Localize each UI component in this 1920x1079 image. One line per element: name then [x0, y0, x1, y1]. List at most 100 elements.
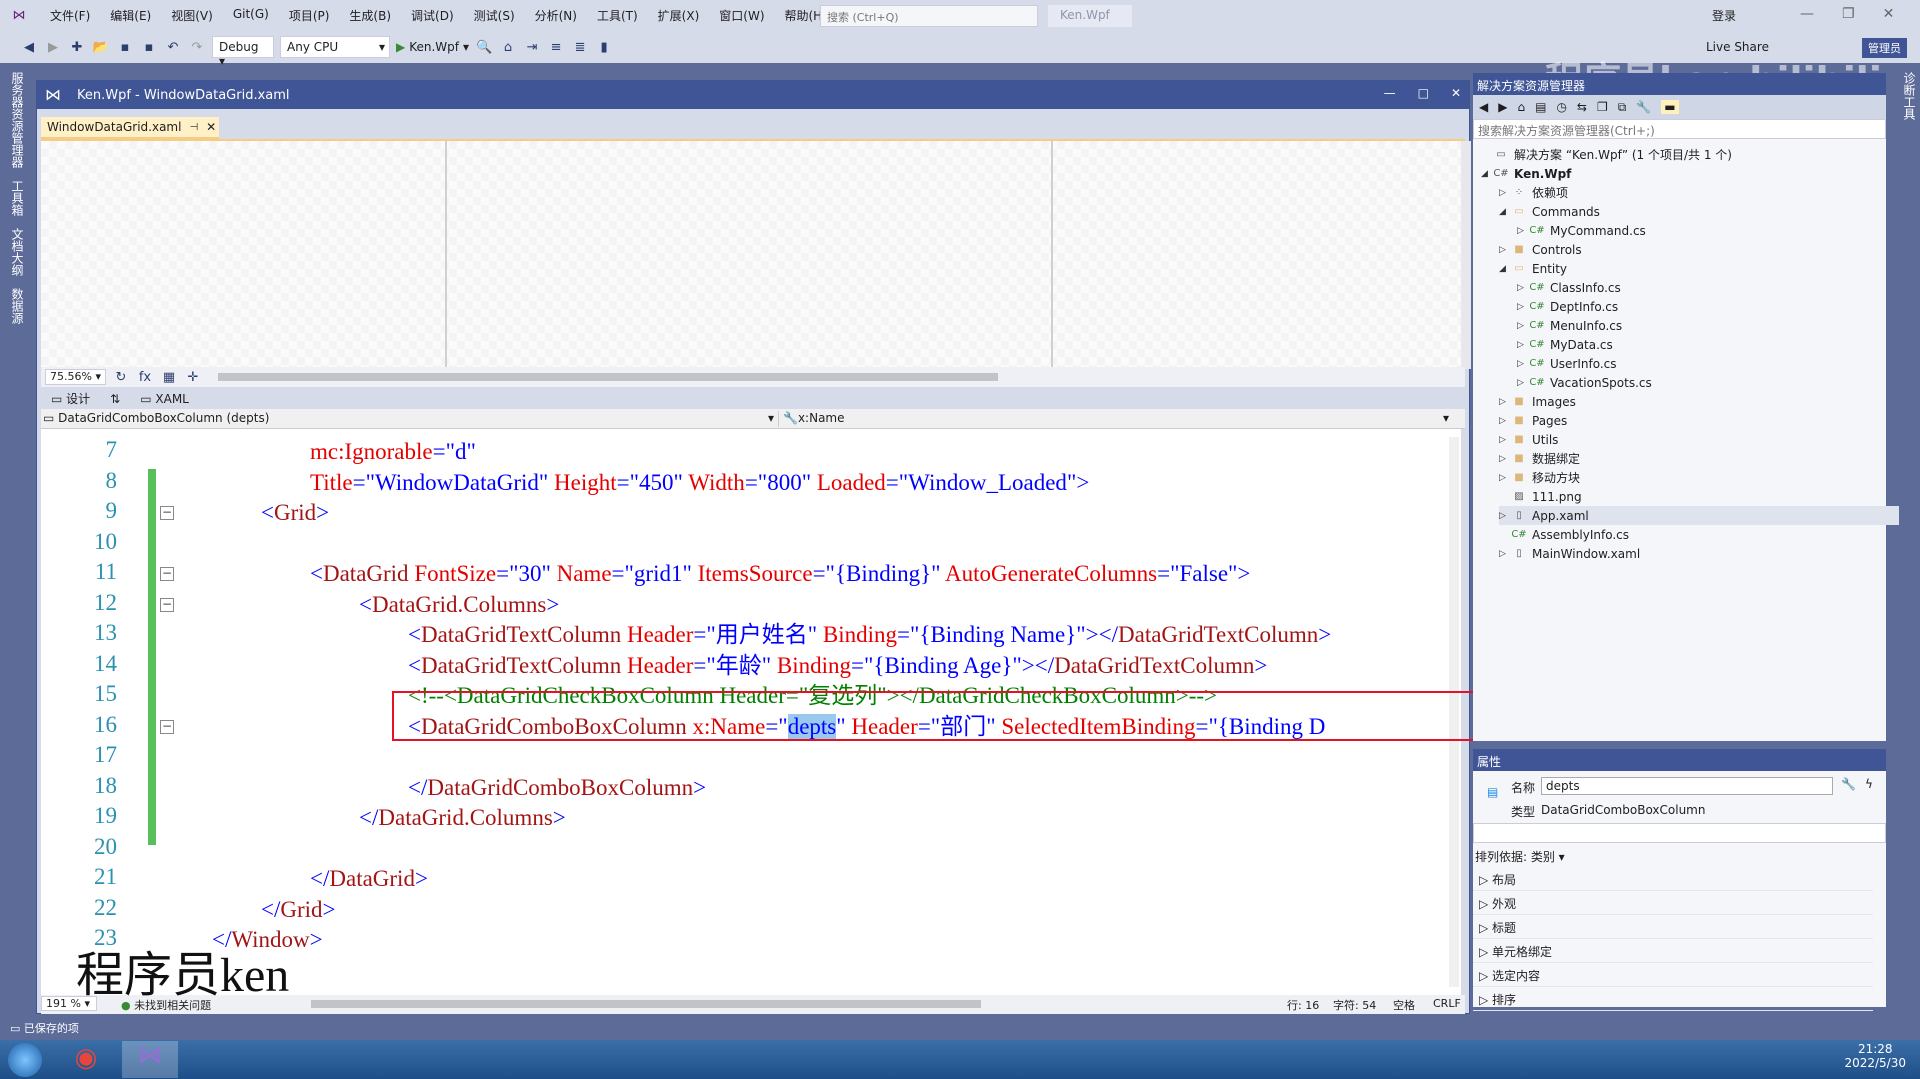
expand-arrow-icon[interactable]: ▷ — [1499, 416, 1511, 426]
indent-indicator[interactable]: 空格 — [1393, 997, 1415, 1013]
property-category[interactable]: ▷ 布局 — [1473, 867, 1873, 891]
tree-item[interactable]: ▷ C# ClassInfo.cs — [1517, 278, 1917, 297]
tab-xaml[interactable]: ▭ XAML — [140, 392, 189, 406]
expand-arrow-icon[interactable]: ▷ — [1479, 921, 1492, 935]
login-link[interactable]: 登录 — [1712, 7, 1736, 24]
expand-arrow-icon[interactable]: ▷ — [1479, 993, 1492, 1007]
grid-icon[interactable]: ▦ — [160, 368, 178, 386]
tree-item[interactable]: ▨ 111.png — [1499, 487, 1899, 506]
tool-strip-tab[interactable]: 服务器资源管理器 — [9, 72, 26, 168]
expand-arrow-icon[interactable]: ▷ — [1517, 359, 1529, 369]
start-button[interactable] — [8, 1043, 42, 1077]
member-select[interactable]: 🔧x:Name ▾ — [783, 411, 1453, 427]
fold-toggle-icon[interactable]: − — [160, 597, 174, 612]
property-category[interactable]: ▷ 外观 — [1473, 891, 1873, 915]
expand-arrow-icon[interactable]: ▷ — [1499, 188, 1511, 198]
forward-icon[interactable]: ▶ — [1498, 100, 1507, 114]
search-input[interactable]: 搜索 (Ctrl+Q) — [820, 5, 1038, 27]
expand-arrow-icon[interactable]: ▷ — [1517, 378, 1529, 388]
tree-item[interactable]: C# AssemblyInfo.cs — [1499, 525, 1899, 544]
comment-icon[interactable]: ≡ — [547, 38, 565, 56]
property-category[interactable]: ▷ 选定内容 — [1473, 963, 1873, 987]
properties-wrench-icon[interactable]: 🔧 — [1841, 777, 1856, 791]
expand-arrow-icon[interactable]: ▷ — [1499, 454, 1511, 464]
expand-arrow-icon[interactable]: ▷ — [1479, 897, 1492, 911]
uncomment-icon[interactable]: ≣ — [571, 38, 589, 56]
tool-strip-tab[interactable]: 文档大纲 — [9, 228, 26, 276]
close-tab-icon[interactable]: ✕ — [206, 120, 216, 134]
tree-item[interactable]: ◢ ▭ Commands — [1499, 202, 1899, 221]
tree-item[interactable]: ▷ ▯ MainWindow.xaml — [1499, 544, 1899, 563]
menu-item[interactable]: 工具(T) — [587, 7, 648, 24]
refresh-icon[interactable]: ↻ — [112, 368, 130, 386]
clock[interactable]: 21:28 2022/5/30 — [1844, 1042, 1906, 1070]
name-input[interactable]: depts — [1541, 777, 1833, 795]
browse-icon[interactable]: ⌂ — [499, 38, 517, 56]
sort-select[interactable]: 排列依据: 类别 ▾ — [1475, 848, 1565, 865]
menu-item[interactable]: 编辑(E) — [100, 7, 161, 24]
expand-arrow-icon[interactable]: ◢ — [1481, 169, 1493, 179]
tree-item[interactable]: ▷ ⁘ 依赖项 — [1499, 183, 1899, 202]
collapse-icon[interactable]: ❐ — [1597, 100, 1608, 114]
expand-arrow-icon[interactable]: ▷ — [1499, 549, 1511, 559]
expand-arrow-icon[interactable]: ▷ — [1499, 397, 1511, 407]
switch-view-icon[interactable]: ▤ — [1535, 100, 1546, 114]
start-button[interactable]: ▶ Ken.Wpf ▾ — [396, 40, 469, 54]
snap-icon[interactable]: ✛ — [184, 368, 202, 386]
expand-arrow-icon[interactable]: ▷ — [1479, 969, 1492, 983]
close-icon[interactable]: ✕ — [1883, 6, 1895, 22]
step-icon[interactable]: ⇥ — [523, 38, 541, 56]
forward-icon[interactable]: ▶ — [44, 38, 62, 56]
tool-strip-tab[interactable]: 工具箱 — [9, 180, 26, 216]
tree-item[interactable]: ▷ ■ Utils — [1499, 430, 1899, 449]
fold-toggle-icon[interactable]: − — [160, 719, 174, 734]
tool-strip-tab[interactable]: 数据源 — [9, 288, 26, 324]
tree-item[interactable]: ▷ ■ 移动方块 — [1499, 468, 1899, 487]
back-icon[interactable]: ◀ — [1479, 100, 1488, 114]
designer-scrollbar[interactable] — [1461, 141, 1471, 369]
expand-arrow-icon[interactable]: ◢ — [1499, 207, 1511, 217]
tool-strip-tab[interactable]: 诊断工具 — [1901, 72, 1918, 120]
expand-arrow-icon[interactable]: ▷ — [1517, 283, 1529, 293]
tab-windowdatagrid-xaml[interactable]: WindowDataGrid.xaml ⊣ ✕ — [41, 117, 219, 139]
tree-item[interactable]: ▷ C# MenuInfo.cs — [1517, 316, 1917, 335]
tree-item[interactable]: ▷ ■ 数据绑定 — [1499, 449, 1899, 468]
expand-arrow-icon[interactable]: ▷ — [1517, 302, 1529, 312]
expand-arrow-icon[interactable]: ▷ — [1499, 435, 1511, 445]
open-icon[interactable]: 📂 — [92, 38, 110, 56]
menu-item[interactable]: 视图(V) — [161, 7, 223, 24]
tree-item[interactable]: ◢ C# Ken.Wpf — [1481, 164, 1881, 183]
tree-item[interactable]: ▷ C# VacationSpots.cs — [1517, 373, 1917, 392]
fx-icon[interactable]: fx — [136, 368, 154, 386]
save-all-icon[interactable]: ▪ — [140, 38, 158, 56]
element-select[interactable]: ▭ DataGridComboBoxColumn (depts) ▾ — [43, 411, 779, 427]
tree-item[interactable]: ▷ C# DeptInfo.cs — [1517, 297, 1917, 316]
expand-arrow-icon[interactable]: ▷ — [1517, 340, 1529, 350]
swap-panes-icon[interactable]: ⇅ — [110, 392, 120, 406]
menu-item[interactable]: 文件(F) — [40, 7, 100, 24]
maximize-icon[interactable]: ❐ — [1842, 6, 1855, 22]
expand-arrow-icon[interactable]: ▷ — [1499, 473, 1511, 483]
design-surface[interactable] — [41, 139, 1471, 369]
tree-item[interactable]: ▭ 解决方案 “Ken.Wpf” (1 个项目/共 1 个) — [1481, 145, 1881, 164]
expand-arrow-icon[interactable]: ▷ — [1517, 226, 1529, 236]
tree-item[interactable]: ▷ C# UserInfo.cs — [1517, 354, 1917, 373]
back-icon[interactable]: ◀ — [20, 38, 38, 56]
platform-select[interactable]: Any CPU ▾ — [280, 36, 390, 58]
show-all-icon[interactable]: ⧉ — [1618, 100, 1627, 115]
tree-item[interactable]: ▷ ▯ App.xaml — [1499, 506, 1899, 525]
property-category[interactable]: ▷ 排序 — [1473, 987, 1873, 1011]
expand-arrow-icon[interactable]: ▷ — [1517, 321, 1529, 331]
home-icon[interactable]: ⌂ — [1517, 100, 1525, 114]
fold-toggle-icon[interactable]: − — [160, 506, 174, 520]
minimize-icon[interactable]: — — [1384, 86, 1396, 100]
events-icon[interactable]: ϟ — [1865, 777, 1873, 791]
expand-arrow-icon[interactable]: ◢ — [1499, 264, 1511, 274]
eol-indicator[interactable]: CRLF — [1433, 997, 1461, 1010]
new-project-icon[interactable]: ✚ — [68, 38, 86, 56]
property-category[interactable]: ▷ 单元格绑定 — [1473, 939, 1873, 963]
designer-zoom-select[interactable]: 75.56% ▾ — [45, 369, 106, 385]
sync-icon[interactable]: ⇆ — [1577, 100, 1587, 114]
find-icon[interactable]: 🔍 — [475, 38, 493, 56]
visual-studio-icon[interactable]: ⋈ — [122, 1041, 178, 1078]
